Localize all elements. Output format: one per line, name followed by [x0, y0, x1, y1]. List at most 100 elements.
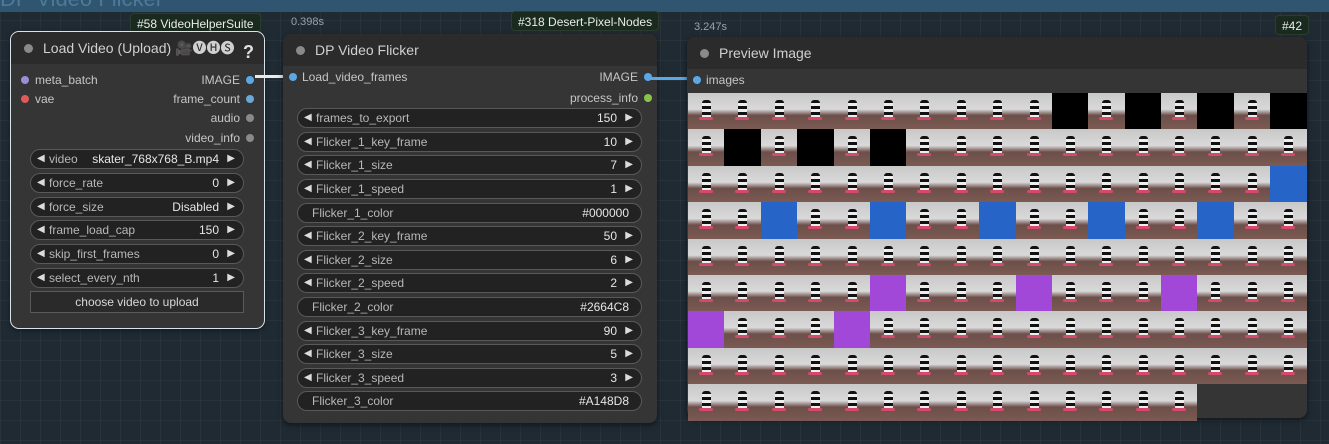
frame-thumbnail[interactable] [1051, 274, 1089, 312]
frame-thumbnail[interactable] [833, 129, 870, 166]
output-port-icon[interactable] [246, 114, 254, 122]
frame-thumbnail[interactable] [688, 165, 725, 203]
flicker-2-color-field[interactable]: Flicker_2_color #2664C8 [297, 297, 642, 317]
flicker-1-size-widget[interactable]: ◀ Flicker_1_size 7 ▶ [297, 155, 642, 175]
frame-thumbnail[interactable] [979, 274, 1016, 312]
frame-thumbnail[interactable] [1161, 384, 1198, 421]
frame-thumbnail[interactable] [797, 274, 834, 312]
frame-thumbnail[interactable] [1124, 165, 1162, 203]
frame-thumbnail[interactable] [1161, 93, 1198, 130]
frame-thumbnail[interactable] [942, 93, 980, 130]
right-arrow-icon[interactable]: ▶ [227, 245, 235, 263]
flicker-frame-thumbnail[interactable] [1270, 165, 1307, 203]
frame-thumbnail[interactable] [942, 384, 980, 421]
frame-thumbnail[interactable] [760, 165, 798, 203]
upload-video-button[interactable]: choose video to upload [30, 291, 244, 313]
frame-thumbnail[interactable] [1233, 165, 1271, 203]
frame-thumbnail[interactable] [833, 238, 870, 275]
force-size-widget[interactable]: ◀ force_size Disabled ▶ [30, 197, 244, 217]
left-arrow-icon[interactable]: ◀ [304, 251, 312, 269]
flicker-3-size-widget[interactable]: ◀ Flicker_3_size 5 ▶ [297, 344, 642, 364]
frame-thumbnail[interactable] [1015, 347, 1052, 385]
frame-thumbnail[interactable] [760, 311, 798, 348]
frame-thumbnail[interactable] [906, 238, 943, 275]
flicker-frame-thumbnail[interactable] [869, 274, 907, 312]
frame-thumbnail[interactable] [724, 384, 761, 421]
flicker-frame-thumbnail[interactable] [1161, 274, 1198, 312]
frame-thumbnail[interactable] [1197, 165, 1234, 203]
frame-thumbnail[interactable] [833, 347, 870, 385]
frame-thumbnail[interactable] [1161, 311, 1198, 348]
left-arrow-icon[interactable]: ◀ [304, 227, 312, 245]
frame-thumbnail[interactable] [1197, 238, 1234, 275]
flicker-3-key-frame-widget[interactable]: ◀ Flicker_3_key_frame 90 ▶ [297, 321, 642, 341]
frame-thumbnail[interactable] [1233, 274, 1271, 312]
left-arrow-icon[interactable]: ◀ [304, 322, 312, 340]
output-port-icon[interactable] [644, 94, 652, 102]
left-arrow-icon[interactable]: ◀ [304, 109, 312, 127]
load-video-node[interactable]: Load Video (Upload) 🎥🅥🅗🅢 ? meta_batch va… [10, 31, 265, 329]
frame-thumbnail[interactable] [1051, 347, 1089, 385]
frame-thumbnail[interactable] [942, 165, 980, 203]
left-arrow-icon[interactable]: ◀ [37, 245, 45, 263]
frame-thumbnail[interactable] [724, 311, 761, 348]
frame-thumbnail[interactable] [979, 129, 1016, 166]
frame-thumbnail[interactable] [942, 347, 980, 385]
output-image[interactable]: IMAGE [599, 68, 638, 86]
frame-thumbnail[interactable] [979, 238, 1016, 275]
video-select[interactable]: ◀ video skater_768x768_B.mp4 ▶ [30, 149, 244, 169]
node-title-bar[interactable]: Load Video (Upload) 🎥🅥🅗🅢 ? [11, 32, 264, 64]
output-port-icon[interactable] [246, 134, 254, 142]
frame-thumbnail[interactable] [1270, 202, 1307, 239]
frame-thumbnail[interactable] [1197, 311, 1234, 348]
output-video-info[interactable]: video_info [185, 129, 240, 147]
input-images[interactable]: images [693, 71, 745, 89]
right-arrow-icon[interactable]: ▶ [227, 174, 235, 192]
frame-thumbnail[interactable] [833, 384, 870, 421]
frame-thumbnail[interactable] [1015, 165, 1052, 203]
flicker-2-key-frame-widget[interactable]: ◀ Flicker_2_key_frame 50 ▶ [297, 226, 642, 246]
frame-thumbnail[interactable] [942, 129, 980, 166]
right-arrow-icon[interactable]: ▶ [625, 274, 633, 292]
frame-thumbnail[interactable] [760, 129, 798, 166]
right-arrow-icon[interactable]: ▶ [625, 227, 633, 245]
flicker-frame-thumbnail[interactable] [979, 202, 1016, 239]
frame-thumbnail[interactable] [1270, 238, 1307, 275]
frame-thumbnail[interactable] [797, 347, 834, 385]
help-icon[interactable]: ? [243, 36, 254, 68]
right-arrow-icon[interactable]: ▶ [625, 345, 633, 363]
left-arrow-icon[interactable]: ◀ [304, 345, 312, 363]
frame-thumbnail[interactable] [942, 274, 980, 312]
frame-thumbnail[interactable] [1051, 311, 1089, 348]
output-audio[interactable]: audio [211, 109, 240, 127]
frame-thumbnail[interactable] [833, 202, 870, 239]
frame-thumbnail[interactable] [1124, 274, 1162, 312]
frame-thumbnail[interactable] [1270, 274, 1307, 312]
frame-thumbnail[interactable] [869, 165, 907, 203]
right-arrow-icon[interactable]: ▶ [625, 133, 633, 151]
frame-thumbnail[interactable] [760, 238, 798, 275]
frame-thumbnail[interactable] [797, 238, 834, 275]
input-load-video-frames[interactable]: Load_video_frames [289, 68, 407, 86]
frame-thumbnail[interactable] [760, 347, 798, 385]
frame-thumbnail[interactable] [942, 311, 980, 348]
flicker-1-key-frame-widget[interactable]: ◀ Flicker_1_key_frame 10 ▶ [297, 132, 642, 152]
frames-to-export-widget[interactable]: ◀ frames_to_export 150 ▶ [297, 108, 642, 128]
frame-thumbnail[interactable] [1233, 129, 1271, 166]
frame-thumbnail[interactable] [688, 93, 725, 130]
flicker-frame-thumbnail[interactable] [1015, 274, 1052, 312]
frame-thumbnail[interactable] [797, 202, 834, 239]
group-header[interactable]: DP Video Flicker [0, 0, 1329, 12]
select-every-nth-widget[interactable]: ◀ select_every_nth 1 ▶ [30, 268, 244, 288]
frame-thumbnail[interactable] [1015, 129, 1052, 166]
right-arrow-icon[interactable]: ▶ [625, 109, 633, 127]
skip-first-frames-widget[interactable]: ◀ skip_first_frames 0 ▶ [30, 244, 244, 264]
frame-thumbnail[interactable] [906, 384, 943, 421]
frame-thumbnail[interactable] [724, 238, 761, 275]
right-arrow-icon[interactable]: ▶ [227, 150, 235, 168]
frame-thumbnail[interactable] [724, 165, 761, 203]
frame-thumbnail[interactable] [688, 274, 725, 312]
right-arrow-icon[interactable]: ▶ [625, 369, 633, 387]
frame-thumbnail[interactable] [1124, 311, 1162, 348]
frame-thumbnail[interactable] [869, 238, 907, 275]
